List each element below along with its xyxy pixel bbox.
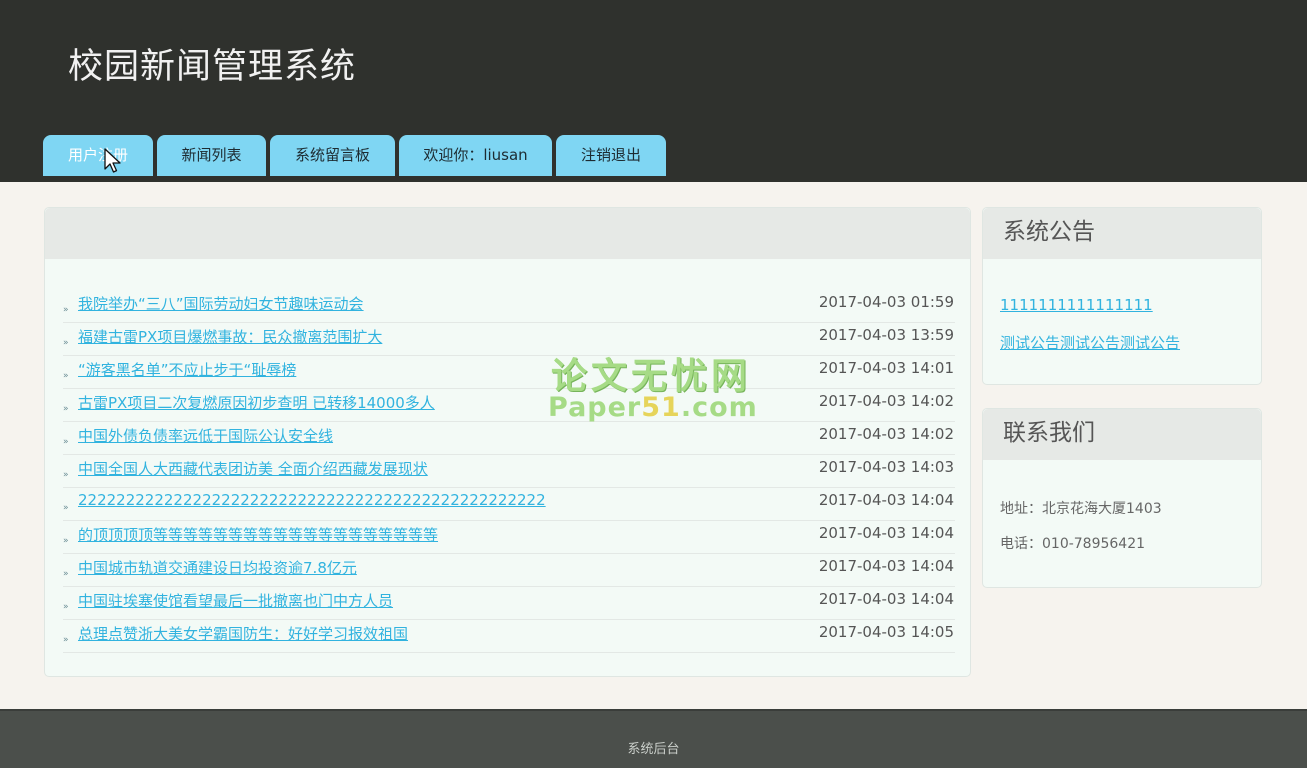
double-arrow-icon: » bbox=[63, 404, 69, 414]
news-list: » 我院举办“三八”国际劳动妇女节趣味运动会 2017-04-03 01:59 » 福建… bbox=[63, 290, 955, 653]
double-arrow-icon: » bbox=[63, 569, 69, 579]
news-row: » 中国驻埃塞使馆看望最后一批撤离也门中方人员 2017-04-03 14:04 bbox=[63, 587, 955, 620]
double-arrow-icon: » bbox=[63, 437, 69, 447]
watermark-line2: Paper51.com bbox=[548, 392, 758, 423]
news-title-link[interactable]: 古雷PX项目二次复燃原因初步查明 已转移14000多人 bbox=[78, 392, 435, 413]
contact-title: 联系我们 bbox=[983, 409, 1261, 460]
news-row: » 222222222222222222222222222222222222222… bbox=[63, 488, 955, 521]
site-footer: 系统后台 bbox=[0, 709, 1307, 768]
news-title-link[interactable]: 福建古雷PX项目爆燃事故：民众撤离范围扩大 bbox=[78, 326, 382, 347]
news-row: » 中国全国人大西藏代表团访美 全面介绍西藏发展现状 2017-04-03 14:0… bbox=[63, 455, 955, 488]
watermark-paper: Paper bbox=[548, 392, 642, 423]
tab-logout[interactable]: 注销退出 bbox=[556, 135, 666, 176]
news-title-link[interactable]: 中国全国人大西藏代表团访美 全面介绍西藏发展现状 bbox=[78, 458, 428, 479]
double-arrow-icon: » bbox=[63, 536, 69, 546]
notice-link-1[interactable]: 1111111111111111 bbox=[1000, 296, 1153, 314]
contact-phone: 电话：010-78956421 bbox=[1000, 536, 1146, 552]
news-row: » 的顶顶顶顶等等等等等等等等等等等等等等等等等等等 2017-04-03 14:0… bbox=[63, 521, 955, 554]
main-nav: 用户注册 新闻列表 系统留言板 欢迎你：liusan 注销退出 bbox=[43, 135, 666, 176]
news-title-link[interactable]: 中国城市轨道交通建设日均投资逾7.8亿元 bbox=[78, 557, 357, 578]
tab-message-board[interactable]: 系统留言板 bbox=[270, 135, 395, 176]
watermark-logo: 论文无忧网 Paper51.com bbox=[548, 347, 758, 423]
news-row: » 中国外债负债率远低于国际公认安全线 2017-04-03 14:02 bbox=[63, 422, 955, 455]
news-row: » 总理点赞浙大美女学霸国防生：好好学习报效祖国 2017-04-03 14:05 bbox=[63, 620, 955, 653]
notice-panel: 系统公告 1111111111111111 测试公告测试公告测试公告 bbox=[982, 207, 1262, 385]
news-time: 2017-04-03 14:04 bbox=[818, 557, 954, 575]
contact-address: 地址：北京花海大厦1403 bbox=[1000, 501, 1162, 517]
news-title-link[interactable]: 的顶顶顶顶等等等等等等等等等等等等等等等等等等等 bbox=[78, 524, 438, 545]
double-arrow-icon: » bbox=[63, 503, 69, 513]
news-time: 2017-04-03 13:59 bbox=[818, 326, 954, 344]
news-row: » 中国城市轨道交通建设日均投资逾7.8亿元 2017-04-03 14:04 bbox=[63, 554, 955, 587]
watermark-com: .com bbox=[680, 392, 758, 423]
notice-title: 系统公告 bbox=[983, 208, 1261, 259]
news-time: 2017-04-03 14:04 bbox=[818, 524, 954, 542]
news-title-link[interactable]: 我院举办“三八”国际劳动妇女节趣味运动会 bbox=[78, 293, 364, 314]
watermark-51: 51 bbox=[641, 392, 681, 423]
tab-user-register[interactable]: 用户注册 bbox=[43, 135, 153, 176]
news-panel: » 我院举办“三八”国际劳动妇女节趣味运动会 2017-04-03 01:59 » 福建… bbox=[44, 207, 971, 677]
news-time: 2017-04-03 14:03 bbox=[818, 458, 954, 476]
news-time: 2017-04-03 01:59 bbox=[818, 293, 954, 311]
news-title-link[interactable]: 中国驻埃塞使馆看望最后一批撤离也门中方人员 bbox=[78, 590, 393, 611]
news-title-link[interactable]: “游客黑名单”不应止步于“耻辱榜 bbox=[78, 359, 296, 380]
news-row: » 福建古雷PX项目爆燃事故：民众撤离范围扩大 2017-04-03 13:59 bbox=[63, 323, 955, 356]
contact-panel: 联系我们 地址：北京花海大厦1403 电话：010-78956421 bbox=[982, 408, 1262, 588]
news-row: » “游客黑名单”不应止步于“耻辱榜 2017-04-03 14:01 bbox=[63, 356, 955, 389]
double-arrow-icon: » bbox=[63, 305, 69, 315]
news-time: 2017-04-03 14:04 bbox=[818, 491, 954, 509]
news-time: 2017-04-03 14:04 bbox=[818, 590, 954, 608]
site-header: 校园新闻管理系统 用户注册 新闻列表 系统留言板 欢迎你：liusan 注销退出 bbox=[0, 0, 1307, 182]
news-time: 2017-04-03 14:02 bbox=[818, 392, 954, 410]
news-panel-header bbox=[45, 208, 970, 259]
double-arrow-icon: » bbox=[63, 338, 69, 348]
news-title-link[interactable]: 中国外债负债率远低于国际公认安全线 bbox=[78, 425, 333, 446]
double-arrow-icon: » bbox=[63, 470, 69, 480]
news-time: 2017-04-03 14:01 bbox=[818, 359, 954, 377]
double-arrow-icon: » bbox=[63, 602, 69, 612]
news-title-link[interactable]: 2222222222222222222222222222222222222222… bbox=[78, 491, 546, 509]
tab-welcome-user[interactable]: 欢迎你：liusan bbox=[399, 135, 552, 176]
site-title: 校园新闻管理系统 bbox=[68, 47, 357, 87]
news-time: 2017-04-03 14:05 bbox=[818, 623, 954, 641]
footer-link[interactable]: 系统后台 bbox=[0, 738, 1307, 757]
news-title-link[interactable]: 总理点赞浙大美女学霸国防生：好好学习报效祖国 bbox=[78, 623, 408, 644]
double-arrow-icon: » bbox=[63, 635, 69, 645]
news-time: 2017-04-03 14:02 bbox=[818, 425, 954, 443]
news-row: » 古雷PX项目二次复燃原因初步查明 已转移14000多人 2017-04-03 1… bbox=[63, 389, 955, 422]
tab-news-list[interactable]: 新闻列表 bbox=[157, 135, 266, 176]
notice-link-2[interactable]: 测试公告测试公告测试公告 bbox=[1000, 332, 1180, 353]
news-row: » 我院举办“三八”国际劳动妇女节趣味运动会 2017-04-03 01:59 bbox=[63, 290, 955, 323]
double-arrow-icon: » bbox=[63, 371, 69, 381]
mouse-cursor-icon bbox=[104, 148, 121, 173]
